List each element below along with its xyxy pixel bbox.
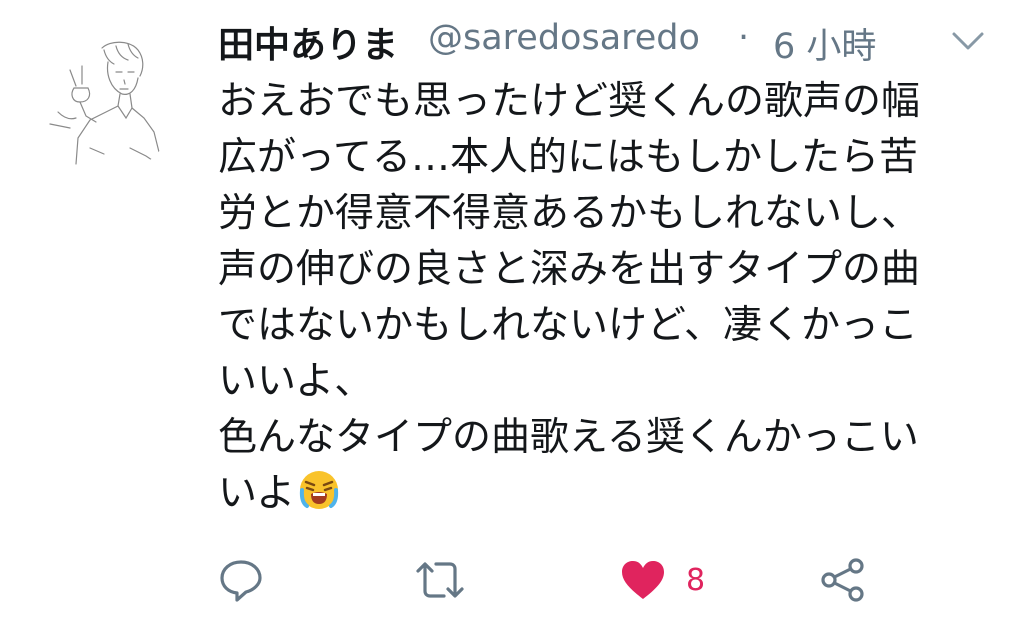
like-button[interactable]: 8 <box>620 548 705 612</box>
tweet-actions: 8 <box>200 548 900 612</box>
tweet-text-line: 色んなタイプの曲歌える奨くんかっこい <box>218 415 919 460</box>
chevron-down-icon[interactable] <box>948 26 988 56</box>
avatar-sketch-image <box>49 41 161 165</box>
tweet-text-last-line: いよ <box>218 466 1008 522</box>
tweet-card: 田中ありま @saredosaredo · 6 小時 おえおでも思ったけど奨くん… <box>0 0 1024 633</box>
tweet-text-line: いいよ、 <box>218 359 374 404</box>
share-icon <box>820 557 866 603</box>
tweet-text: おえおでも思ったけど奨くんの歌声の幅 広がってる…本人的にはもしかしたら苦 労と… <box>218 74 1008 522</box>
tweet-text-line: 広がってる…本人的にはもしかしたら苦 <box>218 135 919 180</box>
timestamp[interactable]: 6 小時 <box>773 18 876 69</box>
tweet-text-line: 声の伸びの良さと深みを出すタイプの曲 <box>218 247 921 292</box>
heart-icon <box>620 559 666 601</box>
tweet-text-line: ではないかもしれないけど、凄くかっこ <box>218 303 919 348</box>
share-button[interactable] <box>820 548 866 612</box>
reply-button[interactable] <box>218 548 264 612</box>
reply-icon <box>218 557 264 603</box>
like-count: 8 <box>686 562 706 598</box>
tweet-text-line: 労とか得意不得意あるかもしれないし、 <box>218 191 921 236</box>
loudly-crying-face-icon <box>297 468 341 528</box>
tweet-header: 田中ありま @saredosaredo · 6 小時 <box>218 12 1008 68</box>
retweet-icon <box>414 557 466 603</box>
user-handle[interactable]: @saredosaredo <box>428 18 700 58</box>
retweet-button[interactable] <box>414 548 466 612</box>
tweet-text-line: いよ <box>218 471 296 516</box>
avatar[interactable] <box>30 28 178 176</box>
display-name[interactable]: 田中ありま <box>218 16 398 68</box>
separator-dot: · <box>738 18 750 58</box>
tweet-text-line: おえおでも思ったけど奨くんの歌声の幅 <box>218 79 921 124</box>
